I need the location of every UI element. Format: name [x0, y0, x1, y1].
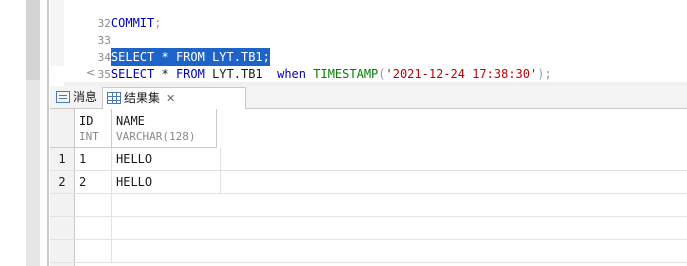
tab-result-set[interactable]: 结果集 ✕ [102, 87, 246, 109]
cell-name[interactable]: HELLO [112, 148, 221, 170]
cell-id[interactable]: 1 [75, 148, 112, 170]
empty-row [50, 217, 687, 240]
cell-empty [75, 217, 112, 239]
result-tabbar: 消息 结果集 ✕ [50, 86, 687, 109]
row-number: 2 [50, 171, 75, 193]
empty-row [50, 240, 687, 263]
row-number-empty [50, 240, 75, 262]
row-number: 1 [50, 148, 75, 170]
string-literal: '2021-12-24 17:38:30' [385, 67, 538, 81]
column-type: INT [79, 130, 99, 143]
keyword-commit: COMMIT [110, 16, 155, 30]
keyword-when: when [277, 67, 307, 81]
scroll-left-arrow-icon[interactable]: < [86, 66, 95, 79]
paren-close: ); [537, 67, 552, 81]
message-icon [56, 90, 70, 103]
paren-open: ( [378, 67, 386, 81]
tab-label: 消息 [73, 90, 98, 104]
cell-name[interactable]: HELLO [112, 171, 221, 193]
left-scrollbar[interactable] [26, 0, 40, 80]
code-line-33: 33 [50, 13, 111, 47]
result-grid[interactable]: ID INT NAME VARCHAR(128) 1 1 HELLO 2 2 H… [50, 109, 687, 266]
semicolon: ; [154, 16, 162, 30]
code-line-32: 32COMMIT; [50, 0, 162, 30]
left-panel-fill [26, 80, 40, 266]
left-panel-strip [0, 0, 50, 266]
code-line-34: 34SELECT * FROM LYT.TB1; [50, 30, 270, 66]
panel-divider[interactable] [47, 0, 49, 266]
column-name: NAME [116, 114, 145, 128]
column-header-id[interactable]: ID INT [75, 109, 112, 148]
table-row[interactable]: 1 1 HELLO [50, 148, 687, 171]
cell-empty [75, 194, 112, 216]
grid-icon [107, 91, 121, 104]
function-timestamp: TIMESTAMP [306, 67, 379, 81]
cell-empty [75, 240, 112, 262]
table-name: LYT.TB1 [204, 67, 278, 81]
keyword-from: FROM [175, 67, 205, 81]
code-line-35: 35SELECT * FROM LYT.TB1 when TIMESTAMP('… [50, 47, 552, 81]
tab-messages[interactable]: 消息 [52, 87, 101, 107]
row-number-empty [50, 194, 75, 216]
table-row[interactable]: 2 2 HELLO [50, 171, 687, 194]
close-icon[interactable]: ✕ [166, 92, 175, 105]
column-type: VARCHAR(128) [116, 130, 196, 143]
column-name: ID [79, 114, 94, 128]
keyword-select: SELECT [110, 67, 155, 81]
sql-editor[interactable]: 32COMMIT; 33 34SELECT * FROM LYT.TB1; 35… [50, 0, 687, 86]
column-header-name[interactable]: NAME VARCHAR(128) [112, 109, 217, 148]
cell-id[interactable]: 2 [75, 171, 112, 193]
star: * [154, 67, 176, 81]
corner-cell[interactable] [50, 109, 75, 148]
row-number-empty [50, 217, 75, 239]
tab-label: 结果集 [124, 91, 161, 105]
empty-row [50, 194, 687, 217]
